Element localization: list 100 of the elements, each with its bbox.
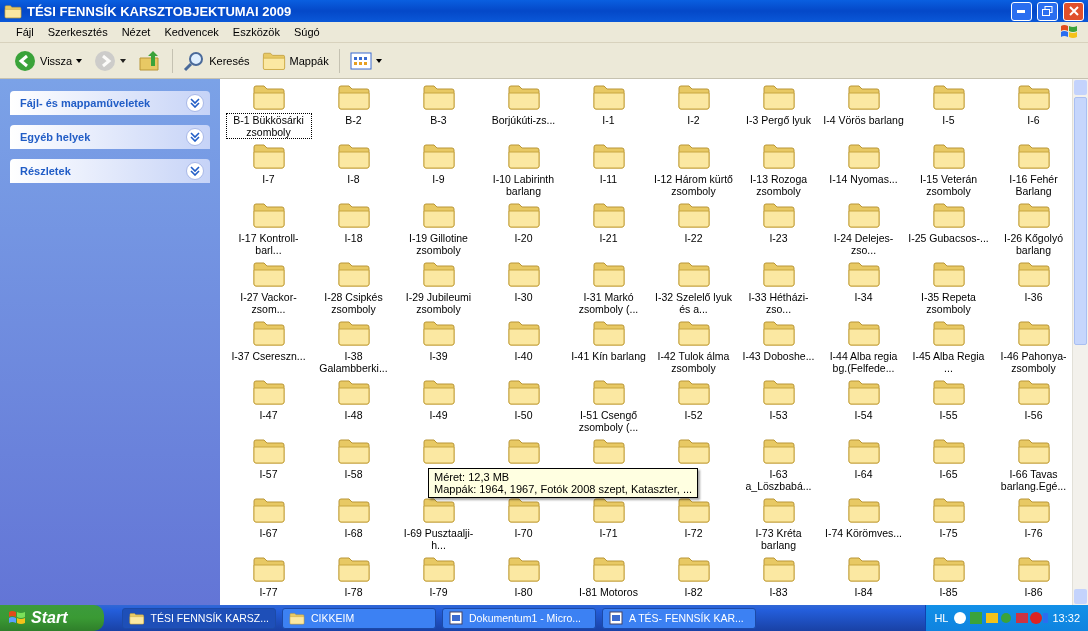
folder-label[interactable]: I-46 Pahonya-zsomboly	[991, 350, 1076, 374]
folder-label[interactable]: I-8	[346, 173, 361, 185]
task-panel-header[interactable]: Részletek	[10, 159, 210, 183]
taskbar-button[interactable]: CIKKEIM	[282, 607, 436, 629]
folder-label[interactable]: I-31 Markó zsomboly (...	[566, 291, 651, 315]
folder-label[interactable]: I-79	[428, 586, 449, 598]
folder-label[interactable]: I-26 Kőgolyó barlang	[991, 232, 1076, 256]
folder-label[interactable]: I-47	[258, 409, 279, 421]
folder-label[interactable]: I-50	[513, 409, 534, 421]
scrollbar[interactable]	[1072, 79, 1088, 605]
folder-label[interactable]: I-84	[853, 586, 874, 598]
taskbar-button[interactable]: A TÉS- FENNSÍK KAR...	[602, 607, 756, 629]
folder-label[interactable]: I-85	[938, 586, 959, 598]
folder-label[interactable]: I-13 Rozoga zsomboly	[736, 173, 821, 197]
folder-label[interactable]: I-7	[261, 173, 276, 185]
folder-label[interactable]: I-44 Alba regia bg.(Felfede...	[821, 350, 906, 374]
taskbar-button[interactable]: Dokumentum1 - Micro...	[442, 607, 596, 629]
folder-label[interactable]: I-14 Nyomas...	[828, 173, 899, 185]
folder-label[interactable]: I-71	[598, 527, 619, 539]
folder-label[interactable]: I-74 Körömves...	[824, 527, 903, 539]
collapse-button[interactable]	[186, 162, 204, 180]
menu-item[interactable]: Fájl	[10, 24, 40, 40]
menu-item[interactable]: Szerkesztés	[41, 24, 114, 40]
search-button[interactable]: Keresés	[179, 47, 254, 74]
folder-label[interactable]: I-15 Veterán zsomboly	[906, 173, 991, 197]
folder-label[interactable]: I-23	[768, 232, 789, 244]
folder-label[interactable]: B-3	[429, 114, 448, 126]
folder-label[interactable]: I-35 Repeta zsomboly	[906, 291, 991, 315]
folder-label[interactable]: I-6	[1026, 114, 1041, 126]
task-panel-header[interactable]: Fájl- és mappaműveletek	[10, 91, 210, 115]
folder-label[interactable]: I-33 Hétházi-zso...	[736, 291, 821, 315]
menu-item[interactable]: Kedvencek	[158, 24, 225, 40]
folder-label[interactable]: I-81 Motoros	[578, 586, 639, 598]
folder-label[interactable]: I-36	[1023, 291, 1044, 303]
folder-label[interactable]: I-64	[853, 468, 874, 480]
menu-item[interactable]: Eszközök	[226, 24, 286, 40]
folder-label[interactable]: I-34	[853, 291, 874, 303]
folder-label[interactable]: B-2	[344, 114, 363, 126]
folder-label[interactable]: I-30	[513, 291, 534, 303]
menu-item[interactable]: Nézet	[115, 24, 157, 40]
folder-label[interactable]: I-70	[513, 527, 534, 539]
folder-label[interactable]: I-25 Gubacsos-...	[907, 232, 990, 244]
back-button[interactable]: Vissza	[10, 47, 87, 74]
folder-label[interactable]: I-43 Doboshe...	[741, 350, 816, 362]
restore-button[interactable]	[1037, 1, 1058, 21]
folder-label[interactable]: I-72	[683, 527, 704, 539]
folder-label[interactable]: I-5	[941, 114, 956, 126]
taskbar-button[interactable]: TÉSI FENNSÍK KARSZ...	[122, 607, 276, 629]
folder-label[interactable]: I-9	[431, 173, 446, 185]
folder-label[interactable]: I-42 Tulok álma zsomboly	[651, 350, 736, 374]
folder-label[interactable]: I-40	[513, 350, 534, 362]
folder-label[interactable]: I-1	[601, 114, 616, 126]
folder-label[interactable]: I-63 a_Löszbabá...	[736, 468, 821, 492]
folder-label[interactable]: I-45 Alba Regia ...	[906, 350, 991, 374]
folder-label[interactable]: I-37 Csereszn...	[230, 350, 307, 362]
folder-label[interactable]: I-29 Jubileumi zsomboly	[396, 291, 481, 315]
folder-label[interactable]: I-86	[1023, 586, 1044, 598]
folder-label[interactable]: I-2	[686, 114, 701, 126]
folder-label[interactable]: I-80	[513, 586, 534, 598]
folder-label[interactable]: I-19 Gillotine zsomboly	[396, 232, 481, 256]
menu-item[interactable]: Súgó	[287, 24, 326, 40]
folder-label[interactable]: I-18	[343, 232, 364, 244]
folder-label[interactable]: I-32 Szelelő lyuk és a...	[651, 291, 736, 315]
folder-label[interactable]: I-75	[938, 527, 959, 539]
folder-label[interactable]: I-76	[1023, 527, 1044, 539]
folder-label[interactable]: I-51 Csengő zsomboly (...	[566, 409, 651, 433]
folder-label[interactable]: I-66 Tavas barlang.Egé...	[991, 468, 1076, 492]
folder-label[interactable]: I-48	[343, 409, 364, 421]
start-button[interactable]: Start	[0, 605, 104, 631]
folder-label[interactable]: I-69 Pusztaalji-h...	[396, 527, 481, 551]
folder-label[interactable]: I-20	[513, 232, 534, 244]
folder-label[interactable]: I-38 Galambberki...	[311, 350, 396, 374]
close-button[interactable]	[1063, 1, 1084, 21]
collapse-button[interactable]	[186, 128, 204, 146]
folder-label[interactable]: I-53	[768, 409, 789, 421]
folder-label[interactable]: I-68	[343, 527, 364, 539]
folders-button[interactable]: Mappák	[257, 48, 333, 73]
folder-label[interactable]: I-22	[683, 232, 704, 244]
folder-label[interactable]: Borjúkúti-zs...	[490, 114, 557, 126]
folder-label[interactable]: I-11	[598, 173, 619, 185]
language-indicator[interactable]: HL	[934, 612, 949, 624]
folder-label[interactable]: I-56	[1023, 409, 1044, 421]
folder-label[interactable]: I-78	[343, 586, 364, 598]
folder-label[interactable]: I-3 Pergő lyuk	[745, 114, 812, 126]
folder-label[interactable]: I-27 Vackor-zsom...	[226, 291, 311, 315]
minimize-button[interactable]	[1011, 1, 1032, 21]
folder-label[interactable]: I-39	[428, 350, 449, 362]
folder-label[interactable]: I-24 Delejes-zso...	[821, 232, 906, 256]
folder-label[interactable]: I-82	[683, 586, 704, 598]
folder-label[interactable]: I-12 Három kürtő zsomboly	[651, 173, 736, 197]
folder-label[interactable]: I-73 Kréta barlang	[736, 527, 821, 551]
folder-label[interactable]: I-77	[258, 586, 279, 598]
folder-label[interactable]: I-16 Fehér Barlang	[991, 173, 1076, 197]
collapse-button[interactable]	[186, 94, 204, 112]
folder-label[interactable]: I-52	[683, 409, 704, 421]
folder-label[interactable]: I-10 Labirinth barlang	[481, 173, 566, 197]
folder-label[interactable]: I-54	[853, 409, 874, 421]
folder-label[interactable]: I-65	[938, 468, 959, 480]
folder-label[interactable]: I-28 Csipkés zsomboly	[311, 291, 396, 315]
folder-label[interactable]: I-58	[343, 468, 364, 480]
